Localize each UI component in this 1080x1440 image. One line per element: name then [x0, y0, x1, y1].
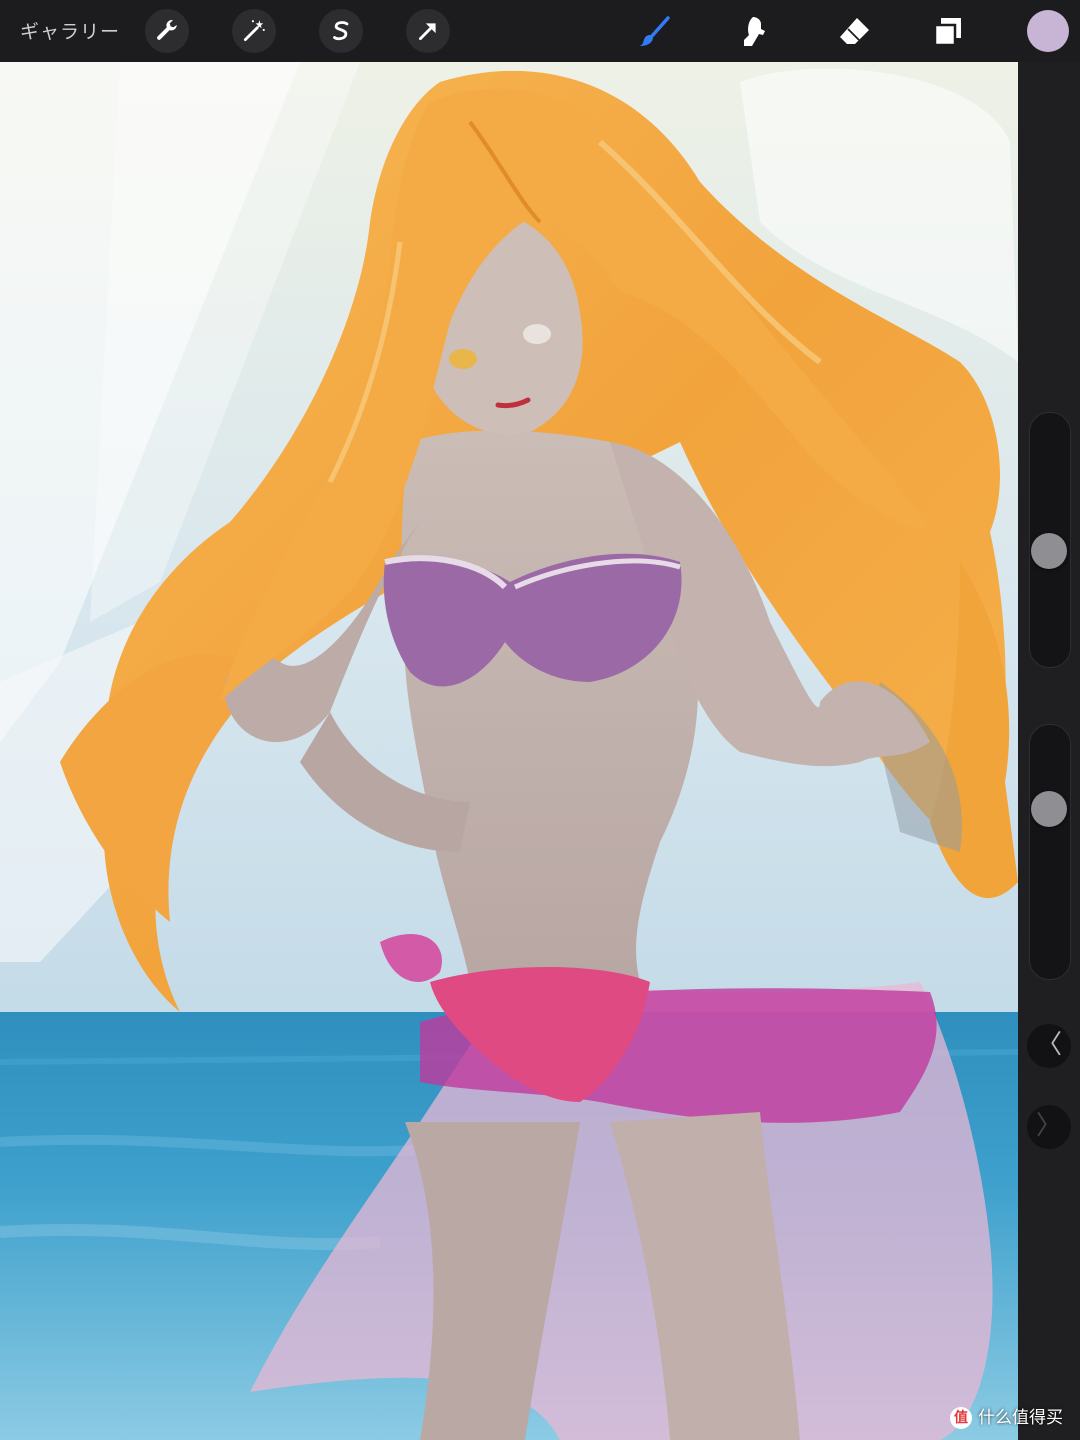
redo-icon: 〉: [1035, 1111, 1062, 1141]
right-sidebar: 〈 〉: [1018, 62, 1080, 1440]
smudge-icon: [744, 17, 765, 46]
current-color-swatch[interactable]: [1027, 10, 1069, 52]
drawing-canvas[interactable]: [0, 62, 1018, 1440]
actions-button[interactable]: [145, 9, 189, 53]
brush-size-slider-handle[interactable]: [1031, 532, 1067, 569]
opacity-slider-handle[interactable]: [1031, 790, 1067, 827]
watermark: 值 什么值得买: [950, 1404, 1063, 1432]
smudge-tool-button[interactable]: [733, 9, 779, 55]
redo-button[interactable]: 〉: [1027, 1105, 1071, 1149]
selection-s-icon: [333, 21, 349, 41]
watermark-text: 什么值得买: [978, 1408, 1063, 1428]
top-toolbar: ギャラリー: [0, 0, 1080, 62]
watermark-logo: 值: [950, 1407, 972, 1429]
eraser-tool-button[interactable]: [831, 9, 877, 55]
eraser-icon: [840, 18, 869, 44]
layers-icon: [933, 18, 961, 47]
brush-size-slider[interactable]: [1029, 412, 1071, 668]
brush-icon: [640, 16, 670, 46]
arrow-cursor-icon: [419, 23, 436, 40]
brush-tool-button[interactable]: [632, 9, 678, 55]
undo-icon: 〈: [1035, 1030, 1062, 1060]
transform-button[interactable]: [406, 9, 450, 53]
magic-wand-icon: [243, 20, 265, 42]
wrench-icon: [157, 20, 177, 40]
adjustments-button[interactable]: [232, 9, 276, 53]
undo-button[interactable]: 〈: [1027, 1024, 1071, 1068]
artwork-illustration: [0, 62, 1018, 1440]
selection-button[interactable]: [319, 9, 363, 53]
opacity-slider[interactable]: [1029, 724, 1071, 980]
gallery-button[interactable]: ギャラリー: [20, 18, 120, 46]
layers-button[interactable]: [925, 9, 971, 55]
